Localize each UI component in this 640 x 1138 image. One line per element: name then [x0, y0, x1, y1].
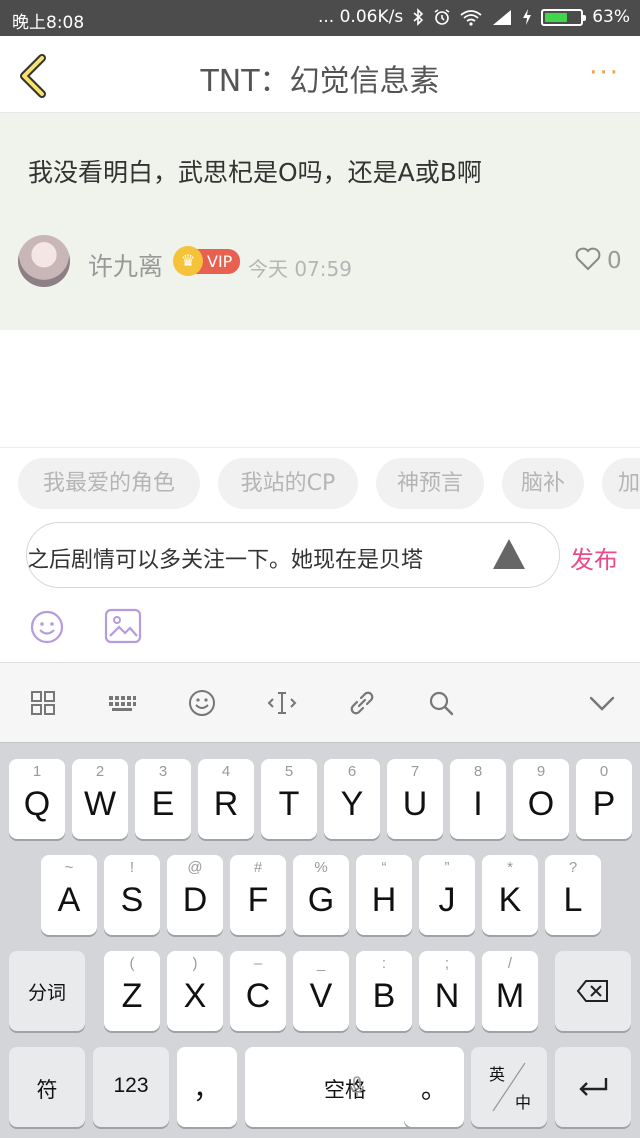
key[interactable]: @ D	[167, 855, 223, 935]
avatar[interactable]	[18, 235, 70, 287]
divider-icon	[492, 1062, 526, 1112]
key[interactable]: ? L	[545, 855, 601, 935]
key[interactable]: (Z	[104, 951, 160, 1031]
tag-chip[interactable]: 我站的CP	[218, 458, 358, 509]
enter-key[interactable]	[555, 1047, 631, 1127]
key[interactable]: 4R	[198, 759, 254, 839]
charging-icon	[523, 9, 532, 25]
key[interactable]: 0P	[576, 759, 632, 839]
key[interactable]: % G	[293, 855, 349, 935]
backspace-icon	[576, 980, 608, 1002]
symbol-key[interactable]: 符	[9, 1047, 85, 1127]
key[interactable]: :B	[356, 951, 412, 1031]
key[interactable]: ~ A	[41, 855, 97, 935]
backspace-key[interactable]	[555, 951, 631, 1031]
emoji-keyboard-icon[interactable]	[186, 687, 218, 719]
keyboard: 1Q 2W 3E 4R 5T 6Y 7U 8I 9O 0P ~ A ! S @ D #…	[0, 742, 640, 1138]
comment-input[interactable]: 之后剧情可以多关注一下。她现在是贝塔	[26, 522, 560, 588]
key[interactable]: “H	[356, 855, 412, 935]
key[interactable]: 9O	[513, 759, 569, 839]
vip-badge: ♛ VIP	[173, 246, 241, 276]
author-name[interactable]: 许九离	[88, 247, 163, 283]
signal-icon	[493, 10, 512, 25]
publish-button[interactable]: 发布	[570, 540, 618, 575]
key[interactable]: * K	[482, 855, 538, 935]
heart-icon[interactable]	[575, 246, 601, 272]
emoji-icon[interactable]	[30, 610, 64, 644]
tag-chip[interactable]: 神预言	[376, 458, 484, 509]
key[interactable]: # F	[230, 855, 286, 935]
enter-icon	[579, 1078, 608, 1096]
post-card: 我没看明白，武思杞是O吗，还是A或B啊 许九离 ♛ VIP 今天 07:59 0	[0, 113, 640, 330]
text-cursor-handle[interactable]	[493, 539, 525, 569]
post-timestamp: 今天 07:59	[248, 257, 352, 281]
clipboard-link-icon[interactable]	[346, 687, 378, 719]
tag-chip[interactable]: 我最爱的角色	[18, 458, 200, 509]
chevron-down-icon[interactable]	[586, 687, 618, 719]
like-count: 0	[607, 248, 622, 274]
keyboard-layout-icon[interactable]	[106, 687, 138, 719]
language-switch-key[interactable]: 英 中	[471, 1047, 547, 1127]
key[interactable]: – C	[230, 951, 286, 1031]
alarm-icon	[434, 9, 450, 25]
key[interactable]: 1Q	[9, 759, 65, 839]
battery-percent: 63%	[592, 7, 630, 27]
wifi-icon	[460, 9, 482, 26]
tag-bar: 我最爱的角色 我站的CP 神预言 脑补 加	[0, 447, 640, 521]
post-text: 我没看明白，武思杞是O吗，还是A或B啊	[28, 158, 482, 187]
status-bar: 晚上8:08 ... 0.06K/s 63%	[0, 0, 640, 36]
key[interactable]: 3E	[135, 759, 191, 839]
key[interactable]: ; N	[419, 951, 475, 1031]
crown-icon: ♛	[173, 246, 203, 276]
key[interactable]: 6Y	[324, 759, 380, 839]
key[interactable]: _ V	[293, 951, 349, 1031]
tag-chip[interactable]: 加	[602, 458, 640, 509]
grid-icon[interactable]	[27, 687, 59, 719]
key[interactable]: 2W	[72, 759, 128, 839]
key[interactable]: 5T	[261, 759, 317, 839]
battery-icon	[541, 8, 587, 26]
key[interactable]: / M	[482, 951, 538, 1031]
key[interactable]: ) X	[167, 951, 223, 1031]
key[interactable]: 7U	[387, 759, 443, 839]
keyboard-toolbar	[0, 662, 640, 742]
microphone-icon	[350, 1076, 364, 1097]
comment-input-value[interactable]: 之后剧情可以多关注一下。她现在是贝塔	[27, 542, 499, 574]
tag-chip[interactable]: 脑补	[502, 458, 584, 509]
more-options-button[interactable]: ···	[589, 58, 620, 88]
segment-key[interactable]: 分词	[9, 951, 85, 1031]
network-speed: ... 0.06K/s	[318, 7, 404, 27]
bluetooth-icon	[413, 8, 424, 26]
cursor-move-icon[interactable]	[266, 687, 298, 719]
key[interactable]: ! S	[104, 855, 160, 935]
image-icon[interactable]	[104, 608, 142, 644]
header: TNT：幻觉信息素 ···	[0, 36, 640, 113]
page-title: TNT：幻觉信息素	[200, 64, 440, 99]
period-key[interactable]: 。	[404, 1047, 464, 1127]
key[interactable]: ” J	[419, 855, 475, 935]
number-key[interactable]: 123	[93, 1047, 169, 1127]
status-time: 晚上8:08	[12, 13, 85, 33]
key[interactable]: 8I	[450, 759, 506, 839]
search-icon[interactable]	[425, 687, 457, 719]
